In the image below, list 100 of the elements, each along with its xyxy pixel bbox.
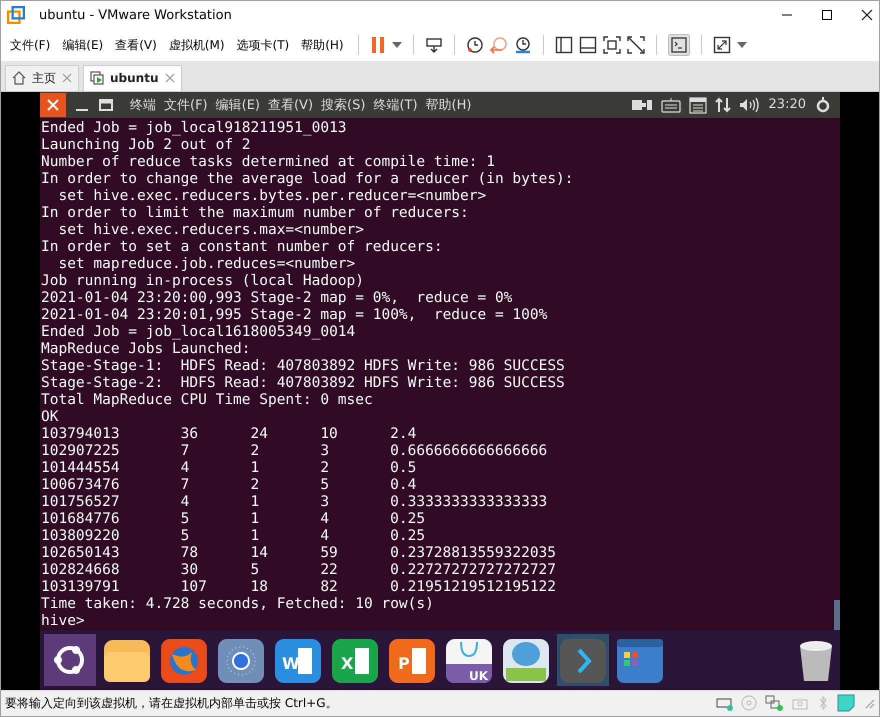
maximize-icon[interactable] [98,96,114,113]
snapshot-manager-icon[interactable] [514,36,532,54]
vm-icon [90,71,104,86]
table-cell-text: 1 [250,528,260,545]
table-cell-text: 4 [180,460,190,477]
table-cell-text: 14 [250,544,269,562]
tab[interactable]: ubuntu [83,64,182,91]
sidebar-layout-icon[interactable] [554,36,573,54]
terminal-line: set hive.exec.reducers.bytes.per.reducer=<number> [57,188,486,205]
keyboard-icon[interactable] [660,96,681,113]
menu-item[interactable]: 虚拟机(M) [166,34,228,56]
table-cell-text: 59 [320,544,339,562]
table-cell-text: 2 [320,460,330,477]
table-cell-text: 4 [320,510,330,528]
note-icon[interactable] [837,694,855,712]
scrollbar-thumb[interactable] [834,600,840,630]
menu-item[interactable]: 选项卡(T) [234,34,292,56]
revert-snapshot-icon[interactable] [490,36,508,54]
terminal-line: 2021-01-04 23:20:00,993 Stage-2 map = 0%, reduce = 0% [41,290,512,307]
pause-icon[interactable] [370,36,386,54]
terminal-line: Ended Job = job_local1618005349_0014 [41,324,356,341]
window-title: ubuntu - VMware Workstation [39,8,232,23]
table-cell-text: 7 [180,476,190,494]
table-cell-text: 5 [180,528,190,545]
dropdown-caret-icon[interactable] [392,42,402,48]
table-cell-text: 5 [320,476,330,494]
maximize-icon[interactable] [821,9,833,22]
table-cell-text: 4 [320,528,330,545]
table-cell: 0.22727272727272727 [390,562,556,579]
table-cell-text: 36 [180,426,200,443]
unity-mode-icon[interactable] [626,36,645,54]
menu-item[interactable]: 文件(F) [7,34,54,56]
close-icon[interactable] [861,9,873,22]
menu-item[interactable]: 帮助(H) [298,34,347,56]
table-cell-text: 3 [320,494,330,511]
menu-item[interactable]: 查看(V) [268,96,314,114]
table-cell: 0.23728813559322035 [390,544,556,562]
terminal-line: set mapreduce.job.reduces=<number> [57,256,356,273]
table-cell-text: 100673476 [41,476,121,494]
table-cell-text: 24 [250,426,269,443]
terminal-line: set hive.exec.reducers.max=<number> [57,222,364,239]
table-cell-text: 7 [180,442,190,460]
table-cell-text: 103794013 [41,426,121,443]
table-cell-text: 30 [180,562,200,579]
bottom-panel-layout-icon[interactable] [578,36,597,54]
close-icon[interactable] [40,92,66,117]
table-cell-text: 103139791 [41,578,121,596]
tab[interactable]: 主页 [5,64,79,91]
home-icon [12,71,26,86]
table-cell-text: 1 [250,510,260,528]
terminal-line: Number of reduce tasks determined at compile time: 1 [41,154,495,171]
table-cell-text: 101756527 [41,494,121,511]
table-cell-text: 102824668 [41,562,121,579]
ubuntu-logo-icon[interactable] [44,634,96,686]
table-cell-text: 2 [250,476,260,494]
table-cell: 0.3333333333333333 [390,494,548,511]
terminal-line: Stage-Stage-1: HDFS Read: 407803892 HDFS Write: 986 SUCCESS [41,358,565,375]
console-icon[interactable] [668,34,690,56]
menu-item[interactable]: 搜索(S) [321,96,366,114]
table-cell-text: 10 [320,426,339,443]
terminal-line: Time taken: 4.728 seconds, Fetched: 10 row(s) [41,596,434,613]
terminal-line: Job running in-process (local Hadoop) [41,272,364,290]
menu-item[interactable]: 帮助(H) [426,96,472,114]
prompt: hive> [41,612,85,630]
table-cell-text: 102650143 [41,544,121,562]
app-logo-icon [7,6,25,24]
table-cell-text: 101444554 [41,460,121,477]
menu-item[interactable]: 文件(F) [164,96,208,114]
table-cell-text: 103809220 [41,528,121,545]
menu-item[interactable]: 编辑(E) [216,96,260,114]
calendar-icon[interactable] [688,96,707,114]
terminal-line: In order to limit the maximum number of reducers: [41,204,469,222]
menu-item[interactable]: 编辑(E) [59,34,106,56]
clock-time: 23:20 [768,97,806,112]
full-screen-icon[interactable] [602,36,621,54]
chevron-terminal-icon[interactable] [557,634,609,686]
network-adapter-icon[interactable] [765,695,783,712]
table-cell-text: 22 [320,562,339,579]
terminal-line: In order to set a constant number of reducers: [41,238,443,256]
network-arrows-icon[interactable] [714,96,731,113]
send-keys-icon[interactable] [424,36,443,54]
terminal-line: Launching Job 2 out of 2 [41,136,251,154]
table-cell-text: 1 [250,460,260,477]
terminal-line: 2021-01-04 23:20:01,995 Stage-2 map = 100%, reduce = 100% [41,306,548,324]
stretch-icon[interactable] [712,36,731,54]
snapshot-icon[interactable] [466,36,484,54]
table-cell: 2.4 [390,426,416,443]
terminal-line: Total MapReduce CPU Time Spent: 0 msec [41,392,373,409]
app-name: 终端 [130,96,156,114]
table-cell: 0.21951219512195122 [390,578,556,596]
menu-item[interactable]: 终端(T) [373,96,418,114]
dropdown-caret-icon[interactable] [736,42,747,48]
resize-grip-icon [863,697,875,710]
table-cell: 0.4 [390,476,416,494]
menu-item[interactable]: 查看(V) [112,34,160,56]
table-cell: 0.25 [390,510,426,528]
table-cell-text: 5 [250,562,260,579]
volume-icon[interactable] [738,96,761,113]
status-message: 要将输入定向到该虚拟机，请在虚拟机内部单击或按 Ctrl+G。 [5,694,338,712]
terminal-line: Stage-Stage-2: HDFS Read: 407803892 HDFS Write: 986 SUCCESS [41,374,565,392]
